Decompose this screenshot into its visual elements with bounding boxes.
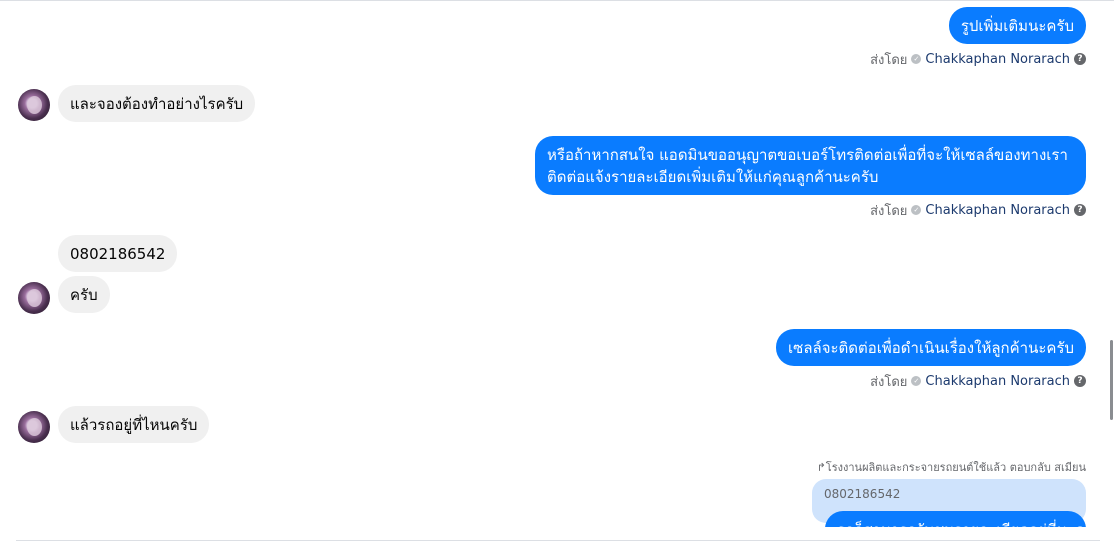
check-circle-icon: ✓	[911, 54, 922, 64]
sent-by-label: ส่งโดย	[870, 374, 908, 390]
scrollbar-thumb[interactable]	[1110, 340, 1113, 420]
message-line: หรือถ้าหากสนใจ แอดมินขออนุญาตขอเบอร์โทรต…	[547, 146, 1068, 164]
sender-name[interactable]: Chakkaphan Norarach	[925, 52, 1070, 67]
contact-avatar[interactable]	[18, 282, 50, 314]
contact-avatar[interactable]	[18, 411, 50, 443]
sent-by-row: ส่งโดย ✓ Chakkaphan Norarach ?	[870, 201, 1086, 219]
question-circle-icon[interactable]: ?	[1074, 53, 1086, 65]
outgoing-message[interactable]: หรือถ้าหากสนใจ แอดมินขออนุญาตขอเบอร์โทรต…	[535, 136, 1086, 195]
check-circle-icon: ✓	[911, 205, 922, 215]
outgoing-message[interactable]: รูปเพิ่มเติมนะครับ	[948, 7, 1086, 44]
sent-by-label: ส่งโดย	[870, 52, 908, 68]
outgoing-message[interactable]: รถก็สามารถรับชมรายละเอียดอยู่ที่นะครับ	[825, 511, 1086, 527]
incoming-message[interactable]: ครับ	[58, 276, 110, 313]
outgoing-message[interactable]: เซลล์จะติดต่อเพื่อดำเนินเรื่องให้ลูกค้าน…	[776, 329, 1086, 366]
sender-name[interactable]: Chakkaphan Norarach	[925, 374, 1070, 389]
sent-by-row: ส่งโดย ✓ Chakkaphan Norarach ?	[870, 50, 1086, 68]
incoming-message[interactable]: แล้วรถอยู่ที่ไหนครับ	[58, 406, 210, 443]
sender-name[interactable]: Chakkaphan Norarach	[925, 203, 1070, 218]
contact-avatar[interactable]	[18, 89, 50, 121]
question-circle-icon[interactable]: ?	[1074, 204, 1086, 216]
composer-divider	[16, 540, 1100, 541]
question-circle-icon[interactable]: ?	[1074, 375, 1086, 387]
incoming-message[interactable]: 0802186542	[58, 235, 178, 272]
sent-by-label: ส่งโดย	[870, 203, 908, 219]
sent-by-row: ส่งโดย ✓ Chakkaphan Norarach ?	[870, 372, 1086, 390]
message-thread[interactable]: รูปเพิ่มเติมนะครับ ส่งโดย ✓ Chakkaphan N…	[0, 0, 1114, 527]
reply-label: ↱โรงงานผลิตและกระจายรถยนต์ใช้แล้ว ตอบกลั…	[816, 461, 1086, 474]
incoming-message[interactable]: และจองต้องทำอย่างไรครับ	[58, 85, 256, 122]
check-circle-icon: ✓	[911, 376, 922, 386]
message-line: ติดต่อแจ้งรายละเอียดเพิ่มเติมให้แก่คุณลู…	[547, 168, 879, 186]
